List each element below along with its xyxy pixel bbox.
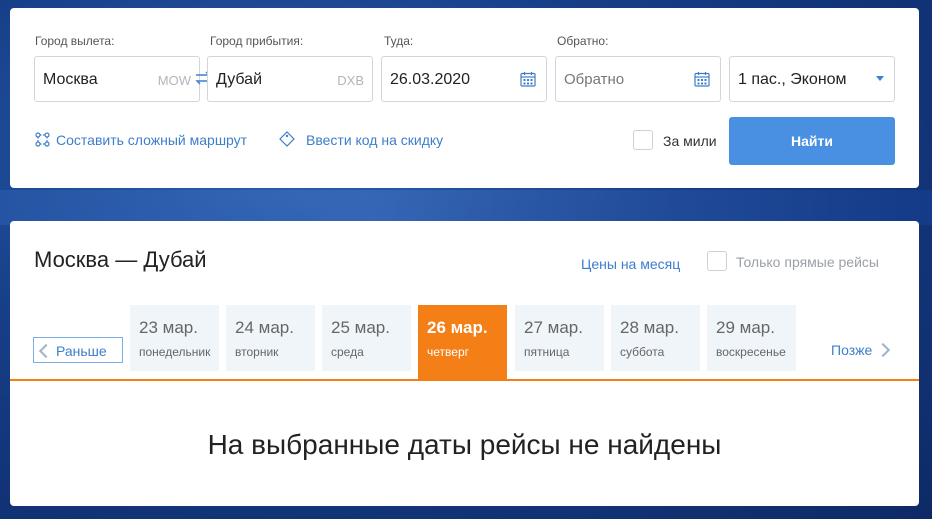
month-prices-link[interactable]: Цены на месяц [581, 256, 680, 272]
depart-label: Туда: [384, 34, 414, 48]
tag-icon [279, 131, 295, 147]
day-tab-5[interactable]: 28 мар. суббота [611, 305, 700, 371]
passengers-select[interactable]: 1 пас., Эконом [729, 56, 895, 102]
from-value: Москва [43, 71, 98, 88]
chevron-right-icon [875, 342, 891, 358]
passengers-value: 1 пас., Эконом [738, 71, 847, 88]
day-date: 29 мар. [716, 318, 775, 337]
day-date: 25 мар. [331, 318, 390, 337]
day-tab-3-selected[interactable]: 26 мар. четверг [418, 305, 507, 380]
find-button[interactable]: Найти [729, 117, 895, 165]
day-date: 28 мар. [620, 318, 679, 337]
day-date: 24 мар. [235, 318, 294, 337]
complex-route-link[interactable]: Составить сложный маршрут [56, 132, 247, 148]
depart-field[interactable]: 26.03.2020 [381, 56, 547, 102]
route-title: Москва — Дубай [34, 247, 207, 272]
later-label: Позже [831, 342, 873, 358]
earlier-button[interactable]: Раньше [33, 337, 123, 363]
day-date: 26 мар. [427, 318, 488, 337]
route-icon [35, 132, 50, 147]
from-label: Город вылета: [35, 34, 115, 48]
depart-value: 26.03.2020 [390, 71, 471, 88]
day-tab-1[interactable]: 24 мар. вторник [226, 305, 315, 371]
calendar-icon[interactable] [694, 71, 710, 87]
day-tab-6[interactable]: 29 мар. воскресенье [707, 305, 796, 371]
day-weekday: понедельник [139, 345, 211, 359]
day-weekday: суббота [620, 345, 665, 359]
day-tab-0[interactable]: 23 мар. понедельник [130, 305, 219, 371]
day-date: 23 мар. [139, 318, 198, 337]
day-weekday: четверг [427, 345, 469, 359]
day-weekday: вторник [235, 345, 279, 359]
miles-label: За мили [663, 133, 717, 149]
from-field[interactable]: Москва MOW [34, 56, 200, 102]
day-weekday: среда [331, 345, 364, 359]
later-button[interactable]: Позже [822, 337, 892, 363]
chevron-down-icon [876, 76, 884, 81]
promo-code-link[interactable]: Ввести код на скидку [306, 132, 443, 148]
to-code: DXB [337, 73, 364, 88]
return-label: Обратно: [557, 34, 609, 48]
to-value: Дубай [216, 71, 262, 88]
day-weekday: воскресенье [716, 345, 786, 359]
direct-only-checkbox[interactable] [707, 251, 727, 271]
chevron-left-icon [38, 343, 54, 359]
to-field[interactable]: Дубай DXB [207, 56, 373, 102]
search-panel: Город вылета: Москва MOW Город прибытия:… [10, 8, 919, 188]
results-panel: Москва — Дубай Цены на месяц Только прям… [10, 221, 919, 506]
calendar-icon[interactable] [520, 71, 536, 87]
direct-only-label: Только прямые рейсы [736, 254, 879, 270]
return-field[interactable]: Обратно [555, 56, 721, 102]
background-streak [0, 190, 932, 225]
date-strip-divider [10, 379, 919, 381]
no-results-message: На выбранные даты рейсы не найдены [207, 429, 722, 460]
day-tab-2[interactable]: 25 мар. среда [322, 305, 411, 371]
day-date: 27 мар. [524, 318, 583, 337]
day-weekday: пятница [524, 345, 570, 359]
to-label: Город прибытия: [210, 34, 304, 48]
return-placeholder: Обратно [564, 71, 625, 88]
earlier-label: Раньше [56, 343, 107, 359]
from-code: MOW [157, 73, 191, 88]
miles-checkbox[interactable] [633, 130, 653, 150]
day-tab-4[interactable]: 27 мар. пятница [515, 305, 604, 371]
